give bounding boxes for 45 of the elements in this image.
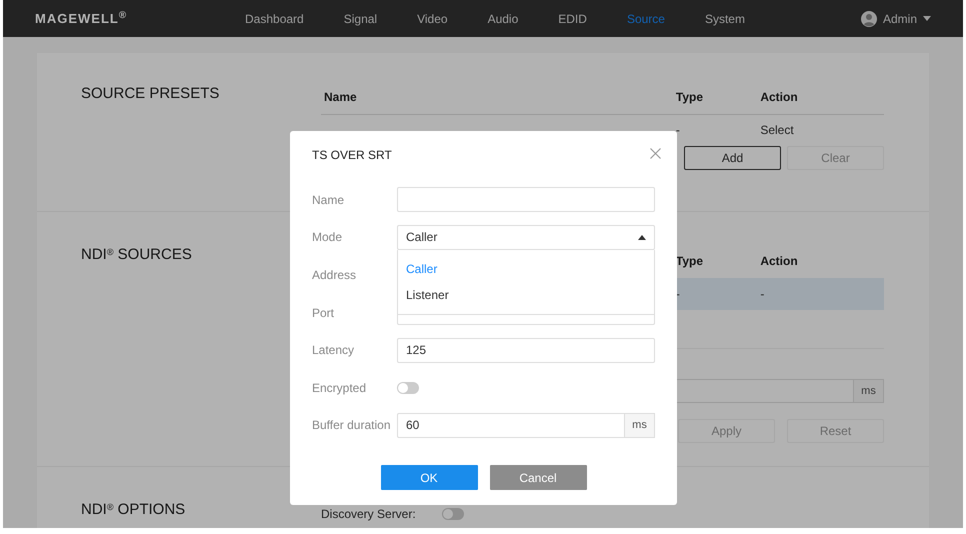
logo: MAGEWELL$^{®}$ xyxy=(35,8,128,28)
nav-link[interactable]: System xyxy=(684,10,765,28)
cancel-button[interactable]: Cancel xyxy=(490,465,586,490)
link[interactable]: Select xyxy=(757,114,884,146)
ok-button[interactable]: OK xyxy=(380,465,478,490)
dialog-title: TS OVER SRT xyxy=(312,147,393,164)
nav-link[interactable]: Video xyxy=(397,10,468,28)
field-label: Discovery Server: xyxy=(321,506,416,523)
toggle-switch[interactable] xyxy=(442,508,464,520)
dropdown-option[interactable]: Listener xyxy=(398,282,654,308)
section-title: NDI$^{®}$ SOURCES xyxy=(81,246,192,263)
section-title: SOURCE PRESETS xyxy=(81,85,220,102)
nav-link[interactable]: Signal xyxy=(324,10,398,28)
toggle-switch[interactable] xyxy=(397,382,419,394)
user-name[interactable]: Admin xyxy=(882,10,917,28)
input-field[interactable]: 125 xyxy=(397,338,655,363)
table-cell: - xyxy=(672,114,758,146)
field-label: Encrypted xyxy=(312,380,368,397)
nav-link[interactable]: Dashboard xyxy=(225,10,324,28)
column-header: Action xyxy=(757,244,884,278)
field-label: Mode xyxy=(312,229,344,246)
column-header: Type xyxy=(672,80,758,114)
nav-link[interactable]: Audio xyxy=(468,10,538,28)
user-avatar-icon[interactable] xyxy=(860,10,877,26)
field-label: Port xyxy=(312,304,336,322)
field-label: Address xyxy=(312,266,358,284)
caret-icon xyxy=(638,234,646,240)
field-label: Latency xyxy=(312,342,356,360)
field-label: Name xyxy=(312,192,346,209)
nav-link[interactable]: EDID xyxy=(538,10,607,28)
input-field[interactable]: 60 xyxy=(397,412,625,438)
dropdown-option[interactable]: Caller xyxy=(398,256,654,282)
table-cell: - xyxy=(757,278,884,310)
column-header: Action xyxy=(757,80,884,114)
action-button[interactable]: Add xyxy=(684,146,781,170)
close-icon[interactable] xyxy=(650,148,661,160)
section-title: NDI$^{®}$ OPTIONS xyxy=(81,501,186,518)
unit-label: ms xyxy=(854,379,884,403)
column-header: Name xyxy=(321,80,673,114)
unit-label: ms xyxy=(625,412,655,438)
select-field[interactable]: Caller xyxy=(397,224,655,250)
input-field[interactable] xyxy=(397,187,655,212)
column-header: Type xyxy=(672,244,758,278)
field-label: Buffer duration xyxy=(312,417,392,434)
caret-icon[interactable] xyxy=(923,16,931,21)
